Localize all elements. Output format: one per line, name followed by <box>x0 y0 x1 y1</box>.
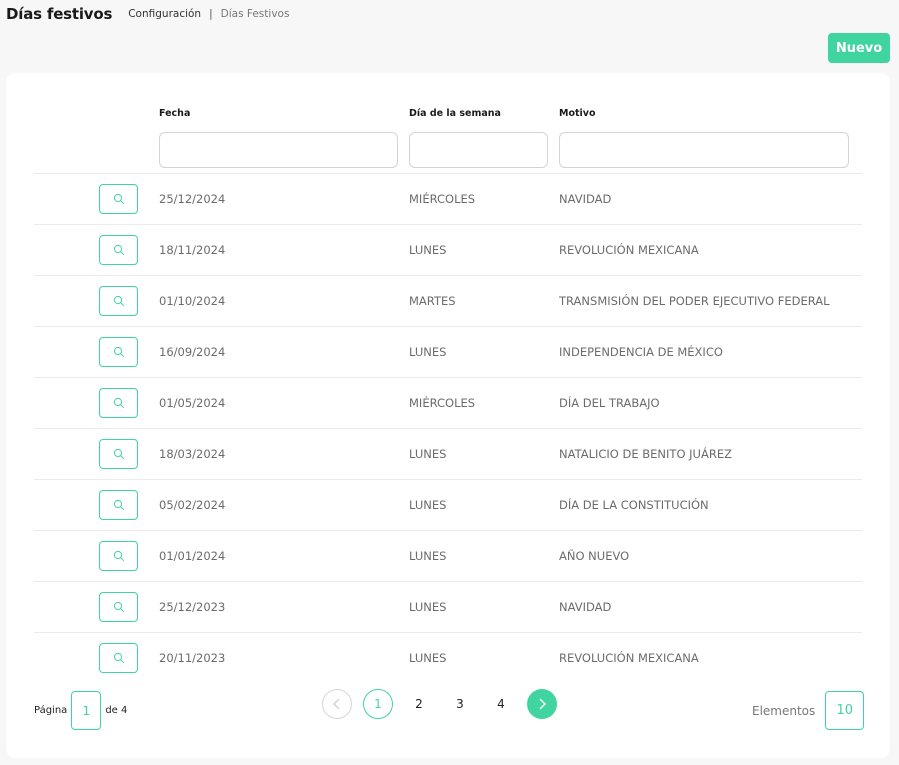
cell-dia: LUNES <box>409 345 447 359</box>
cell-fecha: 20/11/2023 <box>159 651 226 665</box>
cell-motivo: NAVIDAD <box>559 600 612 614</box>
table-row: 01/01/2024 LUNES AÑO NUEVO <box>34 530 862 581</box>
view-button[interactable] <box>99 541 138 571</box>
cell-fecha: 18/11/2024 <box>159 243 226 257</box>
column-header-fecha: Fecha <box>159 108 191 119</box>
search-icon <box>113 499 125 511</box>
breadcrumb-current: Días Festivos <box>220 8 290 20</box>
search-icon <box>113 601 125 613</box>
page-button-4[interactable]: 4 <box>486 689 516 719</box>
page-title: Días festivos <box>6 5 113 23</box>
holidays-table-body: 25/12/2024 MIÉRCOLES NAVIDAD 18/11/2024 LUNE… <box>34 173 862 683</box>
cell-fecha: 16/09/2024 <box>159 345 226 359</box>
cell-motivo: TRANSMISIÓN DEL PODER EJECUTIVO FEDERAL <box>559 294 830 308</box>
cell-fecha: 01/10/2024 <box>159 294 226 308</box>
table-row: 18/03/2024 LUNES NATALICIO DE BENITO JUÁRE… <box>34 428 862 479</box>
column-header-dia: Día de la semana <box>409 108 501 119</box>
page-button-2[interactable]: 2 <box>404 689 434 719</box>
cell-fecha: 05/02/2024 <box>159 498 226 512</box>
page-label: Página <box>34 705 68 716</box>
cell-dia: LUNES <box>409 498 447 512</box>
page-header: Días festivos Configuración | Días Festi… <box>6 3 289 25</box>
table-row: 25/12/2023 LUNES NAVIDAD <box>34 581 862 632</box>
table-row: 16/09/2024 LUNES INDEPENDENCIA DE MÉXICO <box>34 326 862 377</box>
cell-motivo: NAVIDAD <box>559 192 612 206</box>
table-row: 20/11/2023 LUNES REVOLUCIÓN MEXICANA <box>34 632 862 683</box>
table-row: 01/10/2024 MARTES TRANSMISIÓN DEL PODER EJ… <box>34 275 862 326</box>
cell-fecha: 01/01/2024 <box>159 549 226 563</box>
search-icon <box>113 397 125 409</box>
cell-dia: LUNES <box>409 651 447 665</box>
cell-dia: MIÉRCOLES <box>409 396 476 410</box>
holidays-card: Fecha Día de la semana Motivo 25/12/2024… <box>6 73 890 758</box>
cell-motivo: REVOLUCIÓN MEXICANA <box>559 243 699 257</box>
motivo-filter-input[interactable] <box>559 132 849 168</box>
search-icon <box>113 448 125 460</box>
elements-per-page-select[interactable]: 10 <box>825 691 865 730</box>
table-row: 25/12/2024 MIÉRCOLES NAVIDAD <box>34 173 862 224</box>
view-button[interactable] <box>99 439 138 469</box>
elements-per-page: Elementos 10 <box>752 691 865 730</box>
cell-motivo: INDEPENDENCIA DE MÉXICO <box>559 345 723 359</box>
cell-dia: MARTES <box>409 294 456 308</box>
next-page-button[interactable] <box>527 689 557 719</box>
view-button[interactable] <box>99 337 138 367</box>
breadcrumb-parent[interactable]: Configuración <box>128 8 201 20</box>
cell-motivo: AÑO NUEVO <box>559 549 630 563</box>
cell-fecha: 25/12/2024 <box>159 192 226 206</box>
search-icon <box>113 295 125 307</box>
page-button-1[interactable]: 1 <box>363 689 393 719</box>
column-header-motivo: Motivo <box>559 108 596 119</box>
view-button[interactable] <box>99 388 138 418</box>
table-row: 01/05/2024 MIÉRCOLES DÍA DEL TRABAJO <box>34 377 862 428</box>
elements-label: Elementos <box>752 703 816 718</box>
search-icon <box>113 244 125 256</box>
dia-filter-input[interactable] <box>409 132 548 168</box>
cell-fecha: 18/03/2024 <box>159 447 226 461</box>
view-button[interactable] <box>99 184 138 214</box>
current-page-input[interactable]: 1 <box>71 691 102 730</box>
page-total-label: de 4 <box>105 705 128 716</box>
cell-motivo: REVOLUCIÓN MEXICANA <box>559 651 699 665</box>
view-button[interactable] <box>99 643 138 673</box>
cell-motivo: NATALICIO DE BENITO JUÁREZ <box>559 447 732 461</box>
view-button[interactable] <box>99 235 138 265</box>
cell-fecha: 25/12/2023 <box>159 600 226 614</box>
page-indicator: Página 1 de 4 <box>34 691 127 730</box>
pagination: 1 2 3 4 <box>322 689 568 719</box>
cell-motivo: DÍA DE LA CONSTITUCIÓN <box>559 498 709 512</box>
cell-dia: LUNES <box>409 243 447 257</box>
chevron-left-icon <box>333 698 340 710</box>
view-button[interactable] <box>99 490 138 520</box>
view-button[interactable] <box>99 286 138 316</box>
cell-motivo: DÍA DEL TRABAJO <box>559 396 660 410</box>
view-button[interactable] <box>99 592 138 622</box>
cell-dia: LUNES <box>409 600 447 614</box>
previous-page-button[interactable] <box>322 689 352 719</box>
cell-fecha: 01/05/2024 <box>159 396 226 410</box>
cell-dia: MIÉRCOLES <box>409 192 476 206</box>
chevron-right-icon <box>539 698 546 710</box>
table-row: 18/11/2024 LUNES REVOLUCIÓN MEXICANA <box>34 224 862 275</box>
new-button[interactable]: Nuevo <box>828 33 890 63</box>
cell-dia: LUNES <box>409 447 447 461</box>
search-icon <box>113 193 125 205</box>
search-icon <box>113 652 125 664</box>
cell-dia: LUNES <box>409 549 447 563</box>
table-row: 05/02/2024 LUNES DÍA DE LA CONSTITUCIÓN <box>34 479 862 530</box>
fecha-filter-input[interactable] <box>159 132 398 168</box>
search-icon <box>113 346 125 358</box>
search-icon <box>113 550 125 562</box>
breadcrumb: Configuración | Días Festivos <box>128 8 289 20</box>
page-button-3[interactable]: 3 <box>445 689 475 719</box>
breadcrumb-separator: | <box>209 8 213 20</box>
